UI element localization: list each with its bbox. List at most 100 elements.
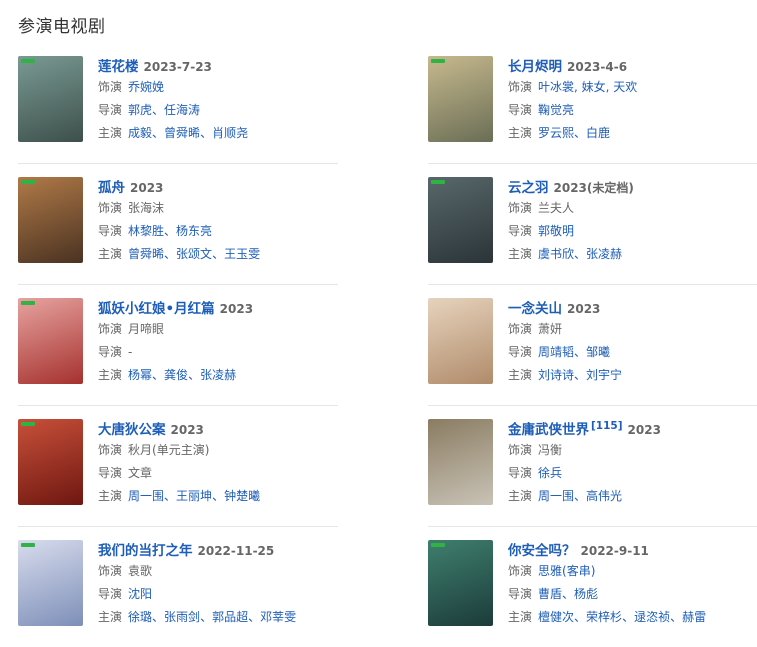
poster-image[interactable] xyxy=(428,298,493,384)
series-title-link[interactable]: 孤舟 xyxy=(98,180,125,196)
actor-link[interactable]: 曾舜晞 xyxy=(164,126,200,140)
separator: 、 xyxy=(188,368,201,382)
actor-link[interactable]: 徐璐 xyxy=(128,610,152,624)
poster-image[interactable] xyxy=(428,419,493,505)
series-title-link[interactable]: 我们的当打之年 xyxy=(98,543,193,559)
separator: 、 xyxy=(562,587,575,601)
actor-link[interactable]: 张凌赫 xyxy=(586,247,622,261)
director-label: 导演 xyxy=(508,587,533,601)
series-title-link[interactable]: 大唐狄公案 xyxy=(98,422,166,438)
release-date: 2023 xyxy=(219,302,254,316)
director-row: 导演 周靖韬、邹曦 xyxy=(508,341,757,364)
series-info: 狐妖小红娘•月红篇 2023 饰演 月啼眼 导演 - 主演 杨幂、龚俊、张凌赫 xyxy=(98,298,418,387)
series-title-link[interactable]: 长月烬明 xyxy=(508,59,562,75)
director-link[interactable]: 林黎胜 xyxy=(128,224,164,238)
actor-link[interactable]: 张凌赫 xyxy=(200,368,236,382)
director-link[interactable]: 周靖韬 xyxy=(538,345,574,359)
role-value[interactable]: 思雅(客串) xyxy=(538,564,595,578)
series-item: 我们的当打之年 2022-11-25 饰演 袁歌 导演 沈阳 主演 徐璐、张雨剑、郭品超、邓莘… xyxy=(18,526,348,647)
actor-link[interactable]: 高伟光 xyxy=(586,489,622,503)
role-label: 饰演 xyxy=(98,322,123,336)
platform-badge xyxy=(21,543,35,547)
actor-link[interactable]: 周一围 xyxy=(128,489,164,503)
actor-link[interactable]: 赫雷 xyxy=(682,610,706,624)
release-date: 2022-11-25 xyxy=(197,544,275,558)
director-link[interactable]: 曹盾 xyxy=(538,587,562,601)
starring-label: 主演 xyxy=(508,247,533,261)
section-title: 参演电视剧 xyxy=(18,17,106,37)
platform-badge xyxy=(21,301,35,305)
title-line: 我们的当打之年 2022-11-25 xyxy=(98,540,418,560)
director-row: 导演 文章 xyxy=(98,462,418,485)
separator: 、 xyxy=(574,247,587,261)
actor-link[interactable]: 张颂文 xyxy=(176,247,212,261)
platform-badge xyxy=(21,422,35,426)
poster-image[interactable] xyxy=(18,419,83,505)
actor-link[interactable]: 王丽坤 xyxy=(176,489,212,503)
actor-link[interactable]: 刘诗诗 xyxy=(538,368,574,382)
actor-link[interactable]: 檀健次 xyxy=(538,610,574,624)
actor-link[interactable]: 肖顺尧 xyxy=(212,126,248,140)
director-link[interactable]: 鞠觉亮 xyxy=(538,103,574,117)
poster-image[interactable] xyxy=(428,56,493,142)
title-line: 孤舟 2023 xyxy=(98,177,418,197)
actor-link[interactable]: 虞书欣 xyxy=(538,247,574,261)
series-title-link[interactable]: 狐妖小红娘•月红篇 xyxy=(98,301,215,317)
actor-link[interactable]: 成毅 xyxy=(128,126,152,140)
poster-image[interactable] xyxy=(18,177,83,263)
actor-link[interactable]: 罗云熙 xyxy=(538,126,574,140)
poster-image[interactable] xyxy=(18,540,83,626)
series-info: 你安全吗？ 2022-9-11 饰演 思雅(客串) 导演 曹盾、杨彪 主演 檀健次、荣梓杉、逯… xyxy=(508,540,757,629)
series-title-link[interactable]: 莲花楼 xyxy=(98,59,139,75)
starring-row: 主演 檀健次、荣梓杉、逯恣祯、赫雷 xyxy=(508,606,757,629)
director-link[interactable]: 沈阳 xyxy=(128,587,152,601)
role-row: 饰演 兰夫人 xyxy=(508,197,757,220)
director-link[interactable]: 杨东亮 xyxy=(176,224,212,238)
poster-image[interactable] xyxy=(18,56,83,142)
separator: 、 xyxy=(152,610,165,624)
poster-image[interactable] xyxy=(18,298,83,384)
role-value[interactable]: 乔婉娩 xyxy=(128,80,164,94)
starring-label: 主演 xyxy=(98,126,123,140)
director-row: 导演 鞠觉亮 xyxy=(508,99,757,122)
director-link[interactable]: 邹曦 xyxy=(586,345,610,359)
actor-link[interactable]: 曾舜晞 xyxy=(128,247,164,261)
poster-image[interactable] xyxy=(428,540,493,626)
series-title-link[interactable]: 云之羽 xyxy=(508,180,549,196)
role-value: 兰夫人 xyxy=(538,201,575,215)
separator: 、 xyxy=(574,345,587,359)
starring-row: 主演 周一围、王丽坤、钟楚曦 xyxy=(98,485,418,508)
director-link[interactable]: 任海涛 xyxy=(164,103,200,117)
separator: 、 xyxy=(152,126,165,140)
actor-link[interactable]: 白鹿 xyxy=(586,126,610,140)
series-title-link[interactable]: 金庸武侠世界 xyxy=(508,422,589,438)
role-value[interactable]: 叶冰裳, 妹女, 天欢 xyxy=(538,80,637,94)
actor-link[interactable]: 龚俊 xyxy=(164,368,188,382)
role-row: 饰演 袁歌 xyxy=(98,560,418,583)
director-link: 文章 xyxy=(128,466,153,480)
director-link[interactable]: 郭敬明 xyxy=(538,224,574,238)
actor-link[interactable]: 邓莘雯 xyxy=(260,610,296,624)
platform-badge xyxy=(431,180,445,184)
actor-link[interactable]: 钟楚曦 xyxy=(224,489,260,503)
citation-ref[interactable]: [115] xyxy=(591,420,623,432)
actor-link[interactable]: 张雨剑 xyxy=(164,610,200,624)
actor-link[interactable]: 杨幂 xyxy=(128,368,152,382)
director-link[interactable]: 徐兵 xyxy=(538,466,562,480)
actor-link[interactable]: 王玉雯 xyxy=(224,247,260,261)
separator: 、 xyxy=(574,489,587,503)
actor-link[interactable]: 郭品超 xyxy=(212,610,248,624)
poster-image[interactable] xyxy=(428,177,493,263)
director-link[interactable]: 杨彪 xyxy=(574,587,598,601)
starring-label: 主演 xyxy=(508,368,533,382)
series-title-link[interactable]: 一念关山 xyxy=(508,301,562,317)
role-label: 饰演 xyxy=(98,201,123,215)
director-label: 导演 xyxy=(508,103,533,117)
series-info: 金庸武侠世界 [115] 2023 饰演 冯衡 导演 徐兵 主演 周一围、高伟光 xyxy=(508,419,757,508)
director-link[interactable]: 郭虎 xyxy=(128,103,152,117)
series-title-link[interactable]: 你安全吗？ xyxy=(508,543,576,559)
actor-link[interactable]: 逯恣祯 xyxy=(634,610,670,624)
actor-link[interactable]: 刘宇宁 xyxy=(586,368,622,382)
actor-link[interactable]: 周一围 xyxy=(538,489,574,503)
actor-link[interactable]: 荣梓杉 xyxy=(586,610,622,624)
